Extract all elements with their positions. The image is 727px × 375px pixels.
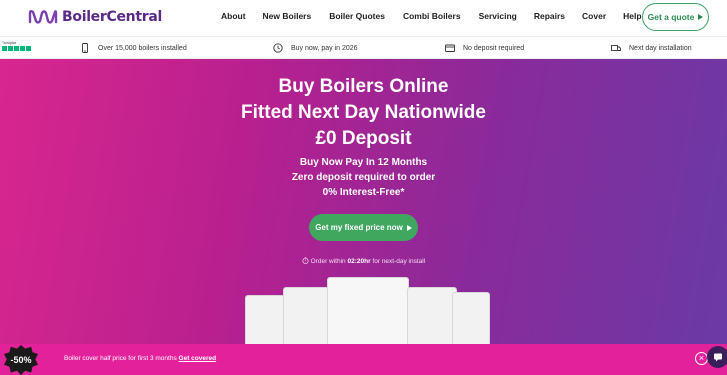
trustpilot-stars bbox=[2, 46, 31, 51]
nav-repairs[interactable]: Repairs bbox=[534, 11, 565, 21]
trustpilot-label: Trustpilot bbox=[2, 41, 17, 45]
trust-item-text: Next day installation bbox=[629, 44, 692, 52]
trustpilot-widget[interactable]: Trustpilot bbox=[2, 41, 31, 51]
boiler-image bbox=[407, 287, 457, 344]
get-fixed-price-label: Get my fixed price now bbox=[315, 223, 403, 232]
hero-banner: Buy Boilers Online Fitted Next Day Natio… bbox=[0, 59, 727, 344]
brand-name: BoilerCentral bbox=[62, 9, 162, 25]
nav-help-label: Help bbox=[623, 11, 642, 21]
play-arrow-icon bbox=[406, 224, 412, 231]
trust-item-text: Buy now, pay in 2026 bbox=[291, 44, 358, 52]
logo-wave-icon bbox=[28, 10, 58, 24]
star-icon bbox=[8, 46, 13, 51]
hero-subline-2: Zero deposit required to order bbox=[291, 172, 436, 183]
hero-subline-3: 0% Interest-Free* bbox=[322, 187, 405, 198]
play-arrow-icon bbox=[698, 14, 704, 20]
boiler-image bbox=[245, 295, 285, 344]
trust-item-boilers-installed: Over 15,000 boilers installed bbox=[80, 43, 187, 53]
nav-cover[interactable]: Cover bbox=[582, 11, 606, 21]
star-icon bbox=[26, 46, 31, 51]
get-fixed-price-button[interactable]: Get my fixed price now bbox=[309, 214, 418, 241]
hero-subline-1: Buy Now Pay In 12 Months bbox=[299, 157, 428, 168]
main-nav: About New Boilers Boiler Quotes Combi Bo… bbox=[221, 11, 653, 21]
timer-suffix: for next-day install bbox=[372, 258, 426, 265]
hero-headline-line-3: £0 Deposit bbox=[315, 128, 412, 149]
nav-about[interactable]: About bbox=[221, 11, 246, 21]
promo-text: Boiler cover half price for first 3 mont… bbox=[64, 355, 177, 362]
get-covered-link[interactable]: Get covered bbox=[179, 355, 217, 362]
trust-item-pay-later: Buy now, pay in 2026 bbox=[273, 43, 358, 53]
card-icon bbox=[445, 44, 455, 52]
boiler-image bbox=[283, 287, 329, 344]
nav-new-boilers[interactable]: New Boilers bbox=[263, 11, 312, 21]
nav-boiler-quotes[interactable]: Boiler Quotes bbox=[329, 11, 385, 21]
chat-button[interactable] bbox=[707, 346, 727, 368]
boiler-image bbox=[327, 277, 409, 344]
timer-prefix: Order within bbox=[310, 258, 346, 265]
clock-icon bbox=[273, 43, 283, 53]
phone-icon bbox=[82, 43, 88, 53]
nav-servicing[interactable]: Servicing bbox=[479, 11, 517, 21]
order-timer: Order within 02:20hr for next-day instal… bbox=[0, 257, 727, 265]
star-icon bbox=[14, 46, 19, 51]
star-icon bbox=[20, 46, 25, 51]
get-a-quote-button[interactable]: Get a quote bbox=[642, 3, 709, 31]
chat-icon bbox=[714, 353, 722, 362]
brand-logo[interactable]: BoilerCentral bbox=[28, 8, 162, 26]
hero-headline-line-1: Buy Boilers Online bbox=[278, 76, 449, 97]
boiler-image bbox=[452, 292, 490, 344]
stopwatch-icon bbox=[302, 257, 309, 264]
site-header: BoilerCentral About New Boilers Boiler Q… bbox=[0, 0, 727, 36]
trust-item-text: No deposit required bbox=[463, 44, 525, 52]
timer-value: 02:20hr bbox=[347, 258, 371, 265]
close-icon[interactable]: × bbox=[695, 352, 708, 365]
trust-item-text: Over 15,000 boilers installed bbox=[98, 44, 187, 52]
promo-message: Boiler cover half price for first 3 mont… bbox=[64, 355, 216, 362]
trust-item-no-deposit: No deposit required bbox=[445, 43, 524, 53]
nav-combi-boilers[interactable]: Combi Boilers bbox=[403, 11, 461, 21]
star-icon bbox=[2, 46, 7, 51]
trust-item-next-day: Next day installation bbox=[611, 43, 692, 53]
hero-headline-line-2: Fitted Next Day Nationwide bbox=[241, 102, 486, 123]
trust-strip: Trustpilot Over 15,000 boilers installed… bbox=[0, 36, 727, 59]
get-a-quote-label: Get a quote bbox=[647, 12, 695, 22]
van-icon bbox=[611, 45, 621, 51]
